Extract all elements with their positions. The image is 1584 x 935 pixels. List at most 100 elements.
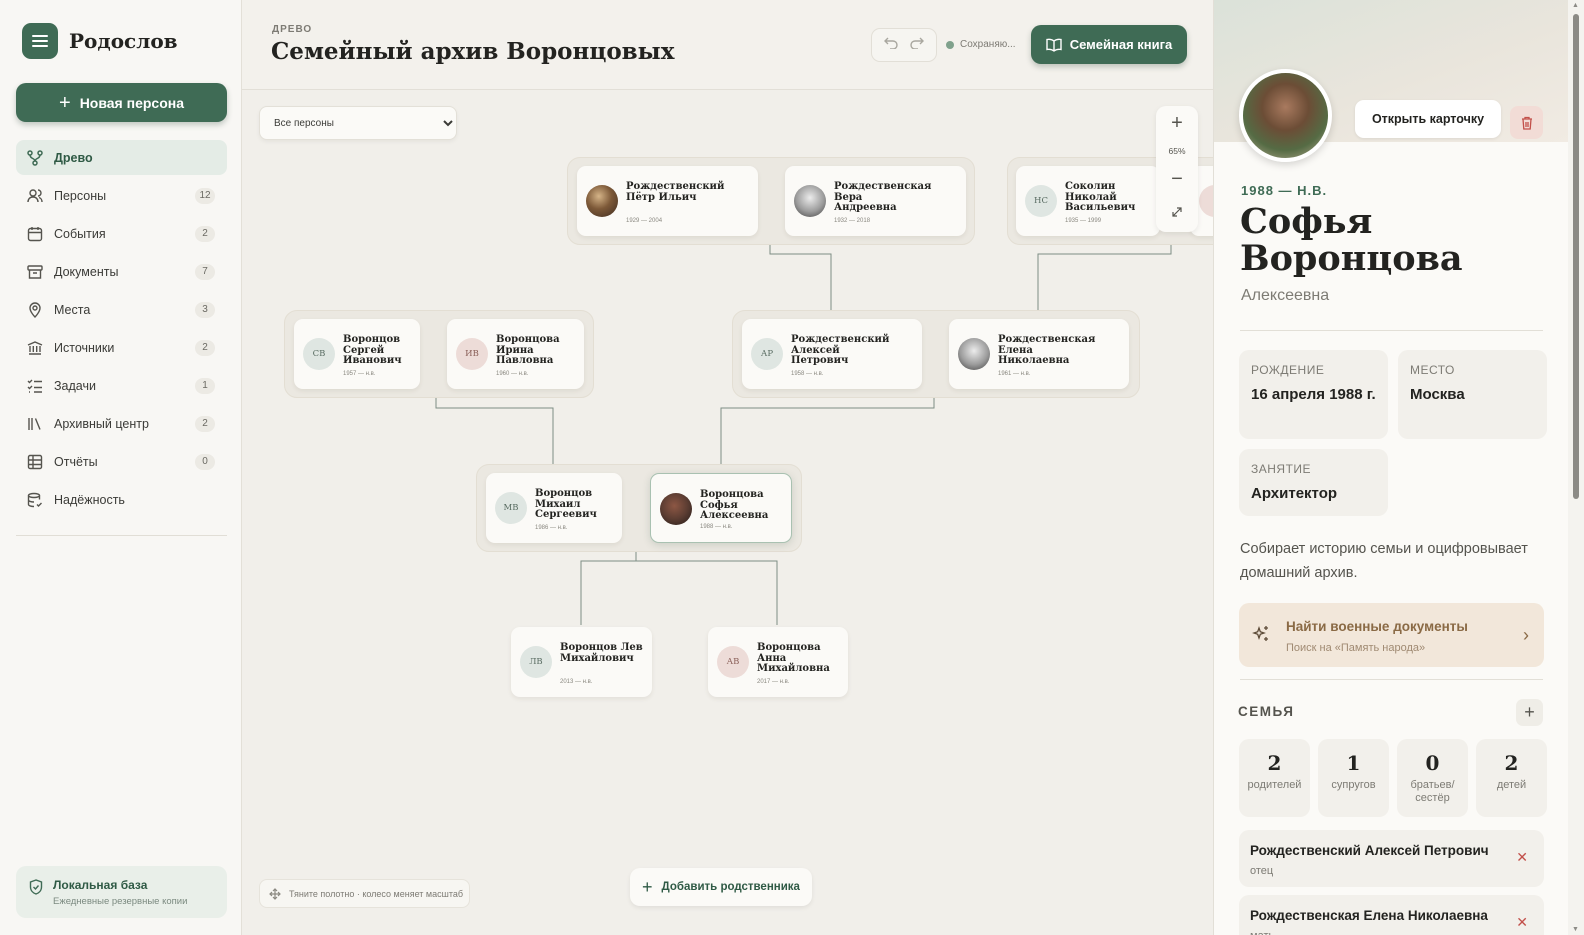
stat-parents: 2 родителей xyxy=(1239,739,1310,817)
sidebar-item-places[interactable]: Места 3 xyxy=(16,292,227,327)
menu-toggle-button[interactable] xyxy=(22,23,58,59)
person-patronymic: Алексеевна xyxy=(1241,287,1330,304)
sidebar-item-label: Древо xyxy=(54,150,93,165)
stat-value: 2 xyxy=(1504,751,1519,775)
person-card[interactable]: НС Соколин Николай Васильевич 1935 — 199… xyxy=(1016,166,1160,236)
stat-spouses: 1 супругов xyxy=(1318,739,1389,817)
fact-label: ЗАНЯТИЕ xyxy=(1251,462,1312,476)
person-bio: Собирает историю семьи и оцифровывает до… xyxy=(1240,541,1528,581)
relative-name: Рождественский Алексей Петрович xyxy=(1250,843,1489,858)
stat-value: 1 xyxy=(1346,751,1361,775)
add-relative-button[interactable]: + Добавить родственника xyxy=(630,868,812,906)
sidebar-item-archive-center[interactable]: Архивный центр 2 xyxy=(16,406,227,441)
sidebar-item-persons[interactable]: Персоны 12 xyxy=(16,178,227,213)
person-card[interactable]: Рождественский Пётр Ильич 1929 — 2004 xyxy=(577,166,758,236)
avatar xyxy=(660,493,692,525)
avatar: НС xyxy=(1025,185,1057,217)
person-name: Воронцова Ирина Павловна xyxy=(496,334,560,366)
person-card[interactable]: МВ Воронцов Михаил Сергеевич 1986 — н.в. xyxy=(486,473,622,543)
count-badge: 2 xyxy=(195,339,215,356)
move-icon xyxy=(269,887,281,900)
person-photo xyxy=(1239,69,1332,162)
remove-icon[interactable]: ✕ xyxy=(1516,849,1528,866)
person-name: Соколин Николай Васильевич xyxy=(1065,181,1136,213)
avatar: ИВ xyxy=(456,338,488,370)
undo-redo-group xyxy=(871,28,937,62)
person-card[interactable]: ИВ Воронцова Ирина Павловна 1960 — н.в. xyxy=(447,319,584,389)
relative-role: мать xyxy=(1250,930,1274,935)
relative-role: отец xyxy=(1250,865,1274,877)
scroll-down-icon[interactable]: ▼ xyxy=(1572,926,1579,933)
avatar xyxy=(586,185,618,217)
hint-text: Тяните полотно · колесо меняет масштаб xyxy=(289,888,463,899)
open-card-button[interactable]: Открыть карточку xyxy=(1355,100,1501,138)
fact-value: Москва xyxy=(1410,386,1465,403)
plus-icon: + xyxy=(59,91,71,114)
undo-icon[interactable] xyxy=(884,36,898,54)
person-name: Воронцова Софья Алексеевна xyxy=(700,489,769,521)
person-name: Рождественская Елена Николаевна xyxy=(998,334,1096,366)
zoom-out-button[interactable]: − xyxy=(1156,162,1198,196)
war-documents-card[interactable]: Найти военные документы Поиск на «Память… xyxy=(1239,603,1544,667)
relative-item[interactable]: Рождественская Елена Николаевна мать ✕ xyxy=(1239,895,1544,935)
zoom-level: 65% xyxy=(1168,146,1186,156)
calendar-icon xyxy=(26,225,44,243)
remove-icon[interactable]: ✕ xyxy=(1516,914,1528,931)
avatar xyxy=(1199,185,1213,217)
sidebar-item-documents[interactable]: Документы 7 xyxy=(16,254,227,289)
connector-line xyxy=(636,560,778,625)
family-book-button[interactable]: Семейная книга xyxy=(1031,25,1187,64)
menu-icon xyxy=(32,35,48,47)
sidebar-item-label: Отчёты xyxy=(54,454,98,469)
person-card[interactable]: СВ Воронцов Сергей Иванович 1957 — н.в. xyxy=(294,319,420,389)
landmark-icon xyxy=(26,339,44,357)
sidebar-item-label: Надёжность xyxy=(54,492,125,507)
new-person-button[interactable]: + Новая персона xyxy=(16,83,227,122)
avatar xyxy=(958,338,990,370)
person-card[interactable]: ЛВ Воронцов Лев Михайлович 2013 — н.в. xyxy=(511,627,652,697)
stat-value: 2 xyxy=(1267,751,1282,775)
save-status-label: Сохраняю... xyxy=(960,39,1016,50)
scroll-up-icon[interactable]: ▲ xyxy=(1572,2,1579,9)
top-header: ДРЕВО Семейный архив Воронцовых Сохраняю… xyxy=(242,0,1213,90)
person-card-selected[interactable]: Воронцова Софья Алексеевна 1988 — н.в. xyxy=(650,473,792,543)
stat-label: супругов xyxy=(1331,779,1376,791)
fit-button[interactable] xyxy=(1156,196,1198,230)
add-family-button[interactable]: + xyxy=(1516,699,1543,726)
person-card[interactable]: АР Рождественский Алексей Петрович 1958 … xyxy=(742,319,922,389)
count-badge: 7 xyxy=(195,263,215,280)
local-base-title: Локальная база xyxy=(53,878,148,892)
sidebar-nav: Древо Персоны 12 События 2 Документы 7 М… xyxy=(16,140,227,520)
sidebar-item-tree[interactable]: Древо xyxy=(16,140,227,175)
sidebar-item-events[interactable]: События 2 xyxy=(16,216,227,251)
library-icon xyxy=(26,415,44,433)
relative-item[interactable]: Рождественский Алексей Петрович отец ✕ xyxy=(1239,830,1544,887)
tree-icon xyxy=(26,149,44,167)
person-details-panel: Открыть карточку 1988 — Н.В. Софья Ворон… xyxy=(1213,0,1568,935)
fact-value: Архитектор xyxy=(1251,485,1338,502)
delete-button[interactable] xyxy=(1510,106,1543,139)
scrollbar-thumb[interactable] xyxy=(1573,14,1579,499)
avatar: МВ xyxy=(495,492,527,524)
map-pin-icon xyxy=(26,301,44,319)
person-card[interactable]: АВ Воронцова Анна Михайловна 2017 — н.в. xyxy=(708,627,848,697)
sidebar-item-label: События xyxy=(54,226,106,241)
family-heading: СЕМЬЯ xyxy=(1238,704,1295,719)
canvas-hint: Тяните полотно · колесо меняет масштаб xyxy=(259,879,470,908)
users-icon xyxy=(26,187,44,205)
person-dates: 1961 — н.в. xyxy=(998,371,1031,377)
sidebar-item-tasks[interactable]: Задачи 1 xyxy=(16,368,227,403)
count-badge: 1 xyxy=(195,377,215,394)
sidebar-item-reliability[interactable]: Надёжность xyxy=(16,482,227,517)
zoom-in-button[interactable]: + xyxy=(1156,106,1198,140)
sidebar-item-sources[interactable]: Источники 2 xyxy=(16,330,227,365)
sidebar-item-reports[interactable]: Отчёты 0 xyxy=(16,444,227,479)
person-card[interactable]: Рождественская Елена Николаевна 1961 — н… xyxy=(949,319,1129,389)
person-name: Воронцов Михаил Сергеевич xyxy=(535,488,597,520)
scrollbar[interactable]: ▲ ▼ xyxy=(1568,0,1584,935)
tree-canvas[interactable]: Все персоны Рождественский Пётр Ильич 19… xyxy=(242,91,1213,935)
person-card[interactable]: Рождественская Вера Андреевна 1932 — 201… xyxy=(785,166,966,236)
database-check-icon xyxy=(26,491,44,509)
redo-icon[interactable] xyxy=(910,36,924,54)
relative-name: Рождественская Елена Николаевна xyxy=(1250,908,1488,923)
